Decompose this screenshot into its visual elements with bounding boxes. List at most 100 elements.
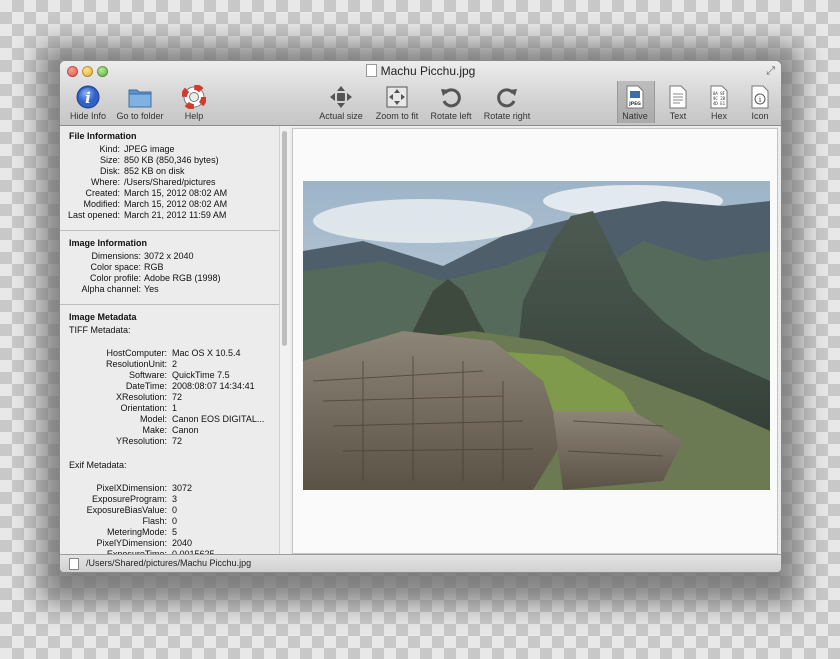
info-value: JPEG image bbox=[124, 144, 175, 154]
hex-label: Hex bbox=[710, 111, 727, 121]
file-path: /Users/Shared/pictures/Machu Picchu.jpg bbox=[86, 558, 252, 568]
info-key: Disk: bbox=[100, 166, 120, 176]
info-row: Size: 850 KB (850,346 bytes) bbox=[60, 155, 279, 166]
info-row: PixelYDimension: 2040 bbox=[60, 538, 279, 549]
tiff-metadata-title: TIFF Metadata: bbox=[69, 325, 131, 335]
info-key: ExposureBiasValue: bbox=[86, 505, 167, 515]
info-value: 1 bbox=[172, 403, 178, 413]
rotate-left-button[interactable]: Rotate left bbox=[426, 85, 476, 121]
info-row: Orientation: 1 bbox=[60, 403, 279, 414]
info-row: PixelXDimension: 3072 bbox=[60, 483, 279, 494]
info-key: Alpha channel: bbox=[81, 284, 141, 294]
info-value: /Users/Shared/pictures bbox=[124, 177, 216, 187]
info-row: ExposureProgram: 3 bbox=[60, 494, 279, 505]
svg-text:4D E1: 4D E1 bbox=[713, 101, 726, 106]
info-key: PixelYDimension: bbox=[96, 538, 167, 548]
info-key: Color profile: bbox=[89, 273, 141, 283]
info-value: March 15, 2012 08:02 AM bbox=[124, 188, 228, 198]
go-to-folder-button[interactable]: Go to folder bbox=[112, 85, 168, 121]
help-button[interactable]: Help bbox=[176, 85, 212, 121]
image-preview-area[interactable] bbox=[292, 128, 778, 554]
titlebar: Machu Picchu.jpg ⤢ i Hide Info Go to fol… bbox=[60, 61, 781, 126]
image-metadata-title: Image Metadata bbox=[69, 312, 137, 322]
lifebuoy-icon bbox=[182, 85, 206, 109]
info-value: 2040 bbox=[172, 538, 193, 548]
info-row: HostComputer: Mac OS X 10.5.4 bbox=[60, 348, 279, 359]
info-value: RGB bbox=[144, 262, 164, 272]
native-label: Native bbox=[622, 111, 648, 121]
info-value: 2 bbox=[172, 359, 178, 369]
info-key: Dimensions: bbox=[91, 251, 141, 261]
info-value: 0 bbox=[172, 505, 178, 515]
fullscreen-icon[interactable]: ⤢ bbox=[766, 65, 775, 78]
help-label: Help bbox=[184, 111, 204, 121]
sidebar-scrollbar[interactable] bbox=[279, 126, 290, 554]
info-row: Software: QuickTime 7.5 bbox=[60, 370, 279, 381]
window-title: Machu Picchu.jpg bbox=[380, 64, 476, 78]
text-label: Text bbox=[669, 111, 687, 121]
info-value: 3072 bbox=[172, 483, 193, 493]
actual-size-label: Actual size bbox=[319, 111, 363, 121]
document-icon bbox=[365, 64, 377, 77]
info-key: PixelXDimension: bbox=[96, 483, 167, 493]
info-file-icon: i bbox=[751, 85, 769, 109]
file-info-title: File Information bbox=[69, 131, 137, 141]
info-key: Orientation: bbox=[120, 403, 167, 413]
info-row: Make: Canon bbox=[60, 425, 279, 436]
native-view-button[interactable]: JPEG Native bbox=[617, 85, 653, 121]
info-key: Kind: bbox=[99, 144, 120, 154]
info-sidebar[interactable]: File Information Kind: JPEG image Size: 850… bbox=[60, 126, 279, 554]
info-key: Color space: bbox=[90, 262, 141, 272]
info-value: Adobe RGB (1998) bbox=[144, 273, 221, 283]
info-icon: i bbox=[76, 85, 100, 109]
scrollbar-thumb[interactable] bbox=[282, 131, 287, 346]
folder-icon bbox=[128, 89, 152, 108]
info-value: 3072 x 2040 bbox=[144, 251, 194, 261]
image-info-title: Image Information bbox=[69, 238, 148, 248]
info-row: XResolution: 72 bbox=[60, 392, 279, 403]
zoom-fit-icon bbox=[386, 86, 408, 108]
mountain-ruins-photo bbox=[303, 181, 770, 490]
info-row: Modified: March 15, 2012 08:02 AM bbox=[60, 199, 279, 210]
section-divider bbox=[60, 230, 279, 231]
icon-view-button[interactable]: i Icon bbox=[743, 85, 777, 121]
info-key: Modified: bbox=[83, 199, 120, 209]
rotate-right-label: Rotate right bbox=[483, 111, 531, 121]
info-row: MeteringMode: 5 bbox=[60, 527, 279, 538]
info-value: March 21, 2012 11:59 AM bbox=[124, 210, 227, 220]
info-key: Size: bbox=[99, 155, 120, 165]
jpeg-file-icon: JPEG bbox=[626, 85, 644, 109]
info-row: Color profile: Adobe RGB (1998) bbox=[60, 273, 279, 284]
info-row: Where: /Users/Shared/pictures bbox=[60, 177, 279, 188]
info-row: Disk: 852 KB on disk bbox=[60, 166, 279, 177]
info-row: ResolutionUnit: 2 bbox=[60, 359, 279, 370]
info-value: Yes bbox=[144, 284, 159, 294]
info-key: HostComputer: bbox=[106, 348, 167, 358]
actual-size-button[interactable]: Actual size bbox=[316, 85, 366, 121]
svg-text:JPEG: JPEG bbox=[628, 101, 641, 107]
info-key: YResolution: bbox=[115, 436, 167, 446]
info-key: Software: bbox=[128, 370, 167, 380]
text-view-button[interactable]: Text bbox=[660, 85, 696, 121]
zoom-to-fit-button[interactable]: Zoom to fit bbox=[371, 85, 423, 121]
info-key: MeteringMode: bbox=[106, 527, 167, 537]
info-row: Kind: JPEG image bbox=[60, 144, 279, 155]
hide-info-button[interactable]: i Hide Info bbox=[66, 85, 110, 121]
info-value: 5 bbox=[172, 527, 178, 537]
document-icon bbox=[69, 558, 79, 570]
info-value: 0 bbox=[172, 516, 178, 526]
info-key: ExposureProgram: bbox=[91, 494, 167, 504]
rotate-right-button[interactable]: Rotate right bbox=[479, 85, 535, 121]
info-key: Last opened: bbox=[67, 210, 120, 220]
exif-metadata-title: Exif Metadata: bbox=[69, 460, 127, 470]
move-arrows-icon bbox=[330, 86, 352, 108]
icon-label: Icon bbox=[751, 111, 769, 121]
go-to-folder-label: Go to folder bbox=[116, 111, 164, 121]
info-row: Model: Canon EOS DIGITAL... bbox=[60, 414, 279, 425]
hex-view-button[interactable]: 0A 8F 9C 2B 4D E1 Hex bbox=[701, 85, 737, 121]
info-key: Where: bbox=[90, 177, 120, 187]
info-value: 850 KB (850,346 bytes) bbox=[124, 155, 219, 165]
info-value: 72 bbox=[172, 436, 183, 446]
info-key: Created: bbox=[85, 188, 120, 198]
info-value: 2008:08:07 14:34:41 bbox=[172, 381, 255, 391]
